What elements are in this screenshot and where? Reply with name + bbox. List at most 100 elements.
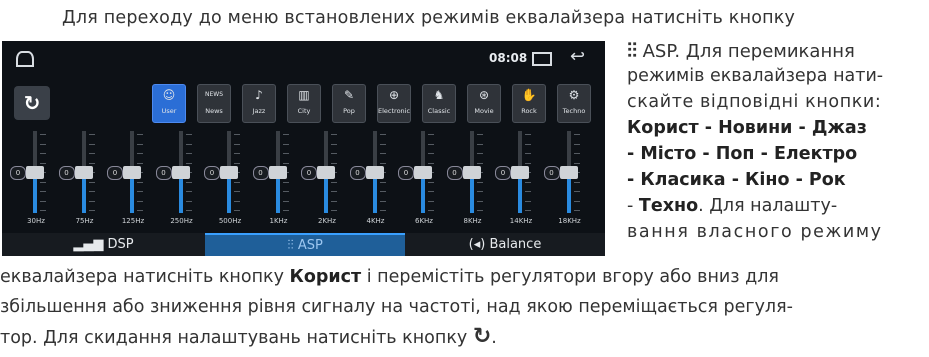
slider-tick (88, 153, 95, 154)
mode-button-movie[interactable]: ⊛ Movie (467, 84, 501, 123)
slider-tick (525, 181, 531, 183)
mode-button-jazz[interactable]: ♪ Jazz (242, 84, 276, 123)
eq-slider[interactable]: 0 4KHz (349, 126, 400, 231)
frequency-label: 75Hz (75, 217, 94, 225)
slider-knob[interactable] (171, 166, 190, 179)
right-line-3: скайте відповідні кнопки: (627, 92, 882, 112)
slider-tick (88, 191, 95, 192)
slider-tick (331, 134, 337, 135)
slider-tick (428, 210, 434, 211)
slider-knob[interactable] (365, 166, 384, 179)
slider-tick (379, 143, 386, 145)
gain-value: 0 (252, 166, 269, 180)
slider-tick (88, 162, 95, 164)
slider-tick (573, 143, 580, 145)
slider-tick (331, 143, 337, 145)
slider-tick (137, 162, 143, 164)
tab-dsp[interactable]: ▂▄▆ DSP (2, 233, 205, 256)
mode-button-rock[interactable]: ✋ Rock (512, 84, 546, 123)
slider-knob[interactable] (414, 166, 432, 179)
eq-slider[interactable]: 0 18KHz (543, 126, 594, 231)
mode-label: User (161, 107, 177, 115)
gain-value: 0 (398, 166, 414, 180)
frequency-label: 8KHz (463, 217, 482, 225)
paragraph-line-1: Для переходу до меню встановлених режимі… (62, 8, 796, 28)
mode-button-news[interactable]: NEWS News (197, 84, 231, 123)
slider-tick (525, 162, 531, 164)
eq-slider[interactable]: 0 2KHz (301, 126, 351, 231)
bottom-tabs: ▂▄▆ DSP ⫶⫶ ASP (◂) Balance (2, 233, 605, 256)
slider-knob[interactable] (559, 166, 578, 179)
slider-tick (476, 181, 483, 183)
mode-button-city[interactable]: ▥ City (287, 84, 321, 123)
slider-knob[interactable] (74, 166, 93, 179)
slider-tick (476, 191, 483, 192)
tab-asp[interactable]: ⫶⫶ ASP (205, 233, 405, 256)
eq-slider[interactable]: 0 75Hz (58, 126, 109, 231)
mode-label: Classic (427, 107, 451, 115)
eq-slider[interactable]: 0 500Hz (204, 126, 254, 231)
frequency-label: 125Hz (121, 217, 145, 225)
eq-slider[interactable]: 0 8KHz (446, 126, 497, 231)
device-screen: 08:08 ↩ ↻ ☺ User NEWS News ♪ Jazz ▥ City ✎ Pop ⊕ El… (2, 41, 605, 256)
slider-tick (137, 191, 143, 192)
mode-button-techno[interactable]: ⚙ Techno (557, 84, 591, 123)
slider-tick (573, 162, 580, 164)
right-line-6: - Класика - Кіно - Рок (627, 170, 846, 190)
recent-apps-icon[interactable] (532, 52, 552, 66)
slider-tick (476, 153, 483, 154)
slider-knob[interactable] (268, 166, 287, 179)
gain-value: 0 (107, 166, 123, 180)
slider-knob[interactable] (123, 166, 141, 179)
mode-label: Jazz (252, 107, 266, 115)
slider-tick (525, 210, 531, 211)
gain-value: 0 (155, 166, 172, 180)
mode-button-user[interactable]: ☺ User (152, 84, 186, 123)
slider-tick (525, 200, 531, 202)
eq-slider[interactable]: 0 14KHz (495, 126, 545, 231)
right-line-7: - Техно. Для налашту- (627, 194, 923, 220)
slider-tick (476, 210, 483, 211)
dsp-icon: ▂▄▆ (73, 237, 104, 252)
mode-button-pop[interactable]: ✎ Pop (332, 84, 366, 123)
slider-tick (282, 143, 289, 145)
slider-tick (282, 210, 289, 211)
slider-knob[interactable] (317, 166, 335, 179)
bottom-line-1: еквалайзера натисніть кнопку Корист і пе… (0, 262, 793, 292)
speaker-icon: (◂) (468, 237, 486, 252)
back-icon[interactable]: ↩ (570, 46, 585, 67)
slider-tick (234, 134, 240, 135)
techno-icon: ⚙ (568, 88, 580, 102)
slider-knob[interactable] (462, 166, 481, 179)
eq-slider[interactable]: 0 1KHz (252, 126, 303, 231)
slider-tick (428, 181, 434, 183)
eq-slider[interactable]: 0 30Hz (10, 126, 60, 231)
bottom-line-1c: і перемістіть регулятори вгору або вниз … (361, 267, 779, 287)
slider-tick (282, 191, 289, 192)
mode-button-electronic[interactable]: ⊕ Electronic (377, 84, 411, 123)
slider-knob[interactable] (220, 166, 238, 179)
slider-tick (573, 181, 580, 183)
eq-slider[interactable]: 0 250Hz (155, 126, 206, 231)
eq-slider[interactable]: 0 125Hz (107, 126, 157, 231)
mode-button-classic[interactable]: ♞ Classic (422, 84, 456, 123)
clock: 08:08 (489, 51, 528, 65)
slider-tick (40, 143, 46, 145)
slider-tick (573, 210, 580, 211)
tab-balance[interactable]: (◂) Balance (405, 233, 605, 256)
slider-tick (137, 210, 143, 211)
home-icon[interactable] (16, 51, 34, 67)
gain-value: 0 (10, 166, 26, 180)
bottom-line-1a: еквалайзера натисніть кнопку (0, 267, 290, 287)
slider-tick (185, 153, 192, 154)
slider-knob[interactable] (511, 166, 529, 179)
reset-button[interactable]: ↻ (14, 86, 50, 120)
asp-tab-icon: ⫶⫶ (287, 238, 294, 253)
slider-tick (185, 181, 192, 183)
slider-tick (379, 162, 386, 164)
frequency-label: 6KHz (415, 217, 433, 225)
frequency-label: 500Hz (218, 217, 242, 225)
slider-knob[interactable] (26, 166, 44, 179)
gain-value: 0 (543, 166, 560, 180)
eq-slider[interactable]: 0 6KHz (398, 126, 448, 231)
